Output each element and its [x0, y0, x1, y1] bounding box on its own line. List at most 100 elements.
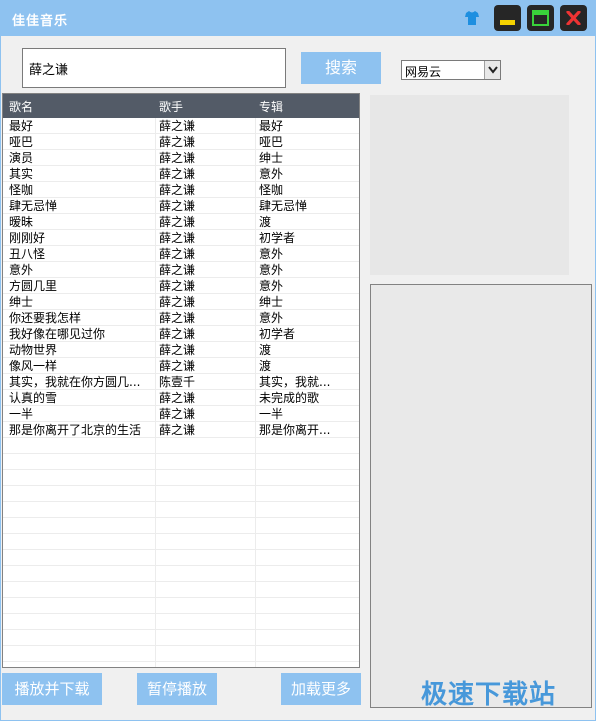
album-name: 绅士: [259, 295, 284, 309]
song-title: 其实，我就在你方圆几...: [9, 375, 141, 389]
chevron-down-icon[interactable]: [484, 61, 500, 79]
album-name: 意外: [259, 279, 284, 293]
singer-name: 薛之谦: [159, 295, 196, 309]
table-row: [3, 630, 359, 646]
song-title: 绅士: [9, 295, 34, 309]
song-title: 一半: [9, 407, 34, 421]
table-row[interactable]: 你还要我怎样 薛之谦 意外: [3, 310, 359, 326]
table-row[interactable]: 意外 薛之谦 意外: [3, 262, 359, 278]
table-row[interactable]: 那是你离开了北京的生活 薛之谦 那是你离开...: [3, 422, 359, 438]
table-row[interactable]: 我好像在哪见过你 薛之谦 初学者: [3, 326, 359, 342]
singer-name: 薛之谦: [159, 343, 196, 357]
singer-name: 薛之谦: [159, 423, 196, 437]
table-row[interactable]: 其实，我就在你方圆几... 陈壹千 其实，我就...: [3, 374, 359, 390]
album-name: 哑巴: [259, 135, 284, 149]
list-body: 最好 薛之谦 最好 哑巴 薛之谦 哑巴 演员 薛之谦 绅士 其实 薛之谦 意外 怪咖 薛之谦 怪咖 肆无忌惮薛…: [3, 118, 359, 662]
table-row[interactable]: 绅士 薛之谦 绅士: [3, 294, 359, 310]
table-row[interactable]: 动物世界 薛之谦 渡: [3, 342, 359, 358]
singer-name: 薛之谦: [159, 231, 196, 245]
table-row[interactable]: 丑八怪 薛之谦 意外: [3, 246, 359, 262]
singer-name: 薛之谦: [159, 279, 196, 293]
table-row[interactable]: 肆无忌惮 薛之谦 肆无忌惮: [3, 198, 359, 214]
singer-name: 薛之谦: [159, 263, 196, 277]
table-row: [3, 582, 359, 598]
album-name: 那是你离开...: [259, 423, 331, 437]
singer-name: 薛之谦: [159, 391, 196, 405]
song-title: 丑八怪: [9, 247, 46, 261]
singer-name: 薛之谦: [159, 327, 196, 341]
maximize-button[interactable]: [527, 5, 554, 31]
source-select[interactable]: 网易云: [401, 60, 501, 80]
song-title: 你还要我怎样: [9, 311, 82, 325]
singer-name: 薛之谦: [159, 407, 196, 421]
search-button[interactable]: 搜索: [301, 52, 381, 84]
table-row[interactable]: 哑巴 薛之谦 哑巴: [3, 134, 359, 150]
singer-name: 薛之谦: [159, 215, 196, 229]
table-row[interactable]: 认真的雪 薛之谦 未完成的歌: [3, 390, 359, 406]
song-title: 我好像在哪见过你: [9, 327, 106, 341]
singer-name: 薛之谦: [159, 183, 196, 197]
table-row[interactable]: 其实 薛之谦 意外: [3, 166, 359, 182]
song-title: 怪咖: [9, 183, 34, 197]
song-title: 像风一样: [9, 359, 58, 373]
load-more-button[interactable]: 加载更多: [281, 673, 361, 705]
song-title: 方圆几里: [9, 279, 58, 293]
list-header: 歌名 歌手 专辑: [3, 94, 359, 118]
header-song[interactable]: 歌名: [9, 98, 33, 115]
table-row[interactable]: 方圆几里 薛之谦 意外: [3, 278, 359, 294]
source-selected: 网易云: [405, 65, 442, 79]
album-name: 初学者: [259, 327, 296, 341]
album-name: 肆无忌惮: [259, 199, 308, 213]
header-singer[interactable]: 歌手: [159, 98, 183, 115]
song-title: 意外: [9, 263, 34, 277]
song-list[interactable]: 歌名 歌手 专辑 最好 薛之谦 最好 哑巴 薛之谦 哑巴 演员 薛之谦 绅士 其实 薛之谦 意外 怪咖薛…: [2, 93, 360, 668]
table-row[interactable]: 最好 薛之谦 最好: [3, 118, 359, 134]
table-row[interactable]: 演员 薛之谦 绅士: [3, 150, 359, 166]
album-name: 意外: [259, 167, 284, 181]
table-row[interactable]: 刚刚好 薛之谦 初学者: [3, 230, 359, 246]
singer-name: 薛之谦: [159, 119, 196, 133]
song-title: 刚刚好: [9, 231, 46, 245]
album-name: 渡: [259, 359, 272, 373]
album-name: 意外: [259, 247, 284, 261]
song-title: 最好: [9, 119, 34, 133]
play-download-button[interactable]: 播放并下载: [2, 673, 102, 705]
title-bar: 佳佳音乐: [0, 0, 596, 36]
singer-name: 薛之谦: [159, 247, 196, 261]
singer-name: 薛之谦: [159, 167, 196, 181]
album-name: 绅士: [259, 151, 284, 165]
song-title: 演员: [9, 151, 34, 165]
song-title: 动物世界: [9, 343, 58, 357]
table-row: [3, 614, 359, 630]
table-row[interactable]: 一半 薛之谦 一半: [3, 406, 359, 422]
album-name: 渡: [259, 343, 272, 357]
album-name: 一半: [259, 407, 284, 421]
tshirt-icon[interactable]: [464, 10, 480, 26]
table-row: [3, 438, 359, 454]
header-album[interactable]: 专辑: [259, 98, 283, 115]
album-name: 怪咖: [259, 183, 284, 197]
table-row[interactable]: 怪咖 薛之谦 怪咖: [3, 182, 359, 198]
watermark: 极速下载站: [421, 680, 557, 710]
table-row: [3, 598, 359, 614]
table-row: [3, 550, 359, 566]
album-name: 其实，我就...: [259, 375, 331, 389]
info-panel: [370, 284, 592, 708]
close-button[interactable]: [560, 5, 587, 31]
album-name: 未完成的歌: [259, 391, 320, 405]
album-name: 意外: [259, 263, 284, 277]
table-row: [3, 646, 359, 662]
table-row[interactable]: 暧昧 薛之谦 渡: [3, 214, 359, 230]
album-name: 最好: [259, 119, 284, 133]
search-input[interactable]: [22, 48, 286, 88]
minimize-button[interactable]: [494, 5, 521, 31]
song-title: 哑巴: [9, 135, 34, 149]
singer-name: 陈壹千: [159, 375, 196, 389]
song-title: 那是你离开了北京的生活: [9, 423, 142, 437]
table-row[interactable]: 像风一样 薛之谦 渡: [3, 358, 359, 374]
table-row: [3, 486, 359, 502]
pause-button[interactable]: 暂停播放: [137, 673, 217, 705]
lyric-panel: [370, 95, 569, 275]
album-name: 意外: [259, 311, 284, 325]
table-row: [3, 502, 359, 518]
